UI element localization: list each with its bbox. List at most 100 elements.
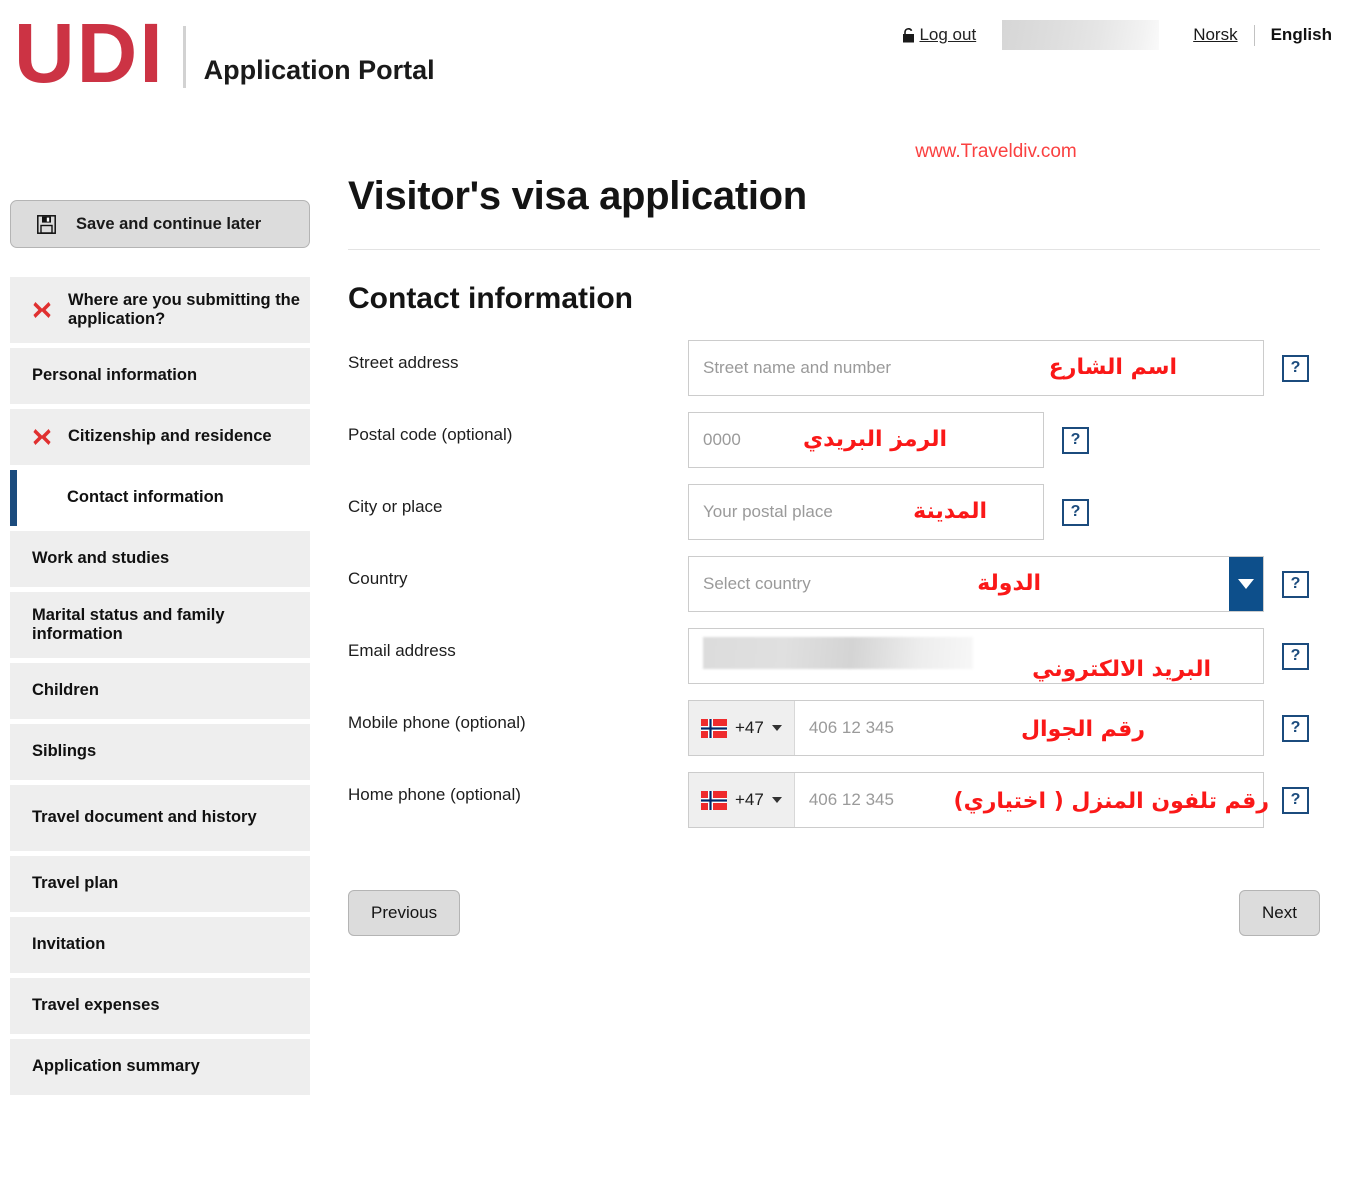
sidebar-item-children[interactable]: Children xyxy=(10,663,310,719)
field-row-home-phone: Home phone (optional) +47 406 12 345 رقم… xyxy=(348,772,1320,828)
mobile-phone-country-selector[interactable]: +47 xyxy=(689,701,795,755)
street-address-placeholder: Street name and number xyxy=(703,358,892,377)
email-address-input[interactable]: البريد الالكتروني xyxy=(688,628,1264,684)
mobile-phone-country-code: +47 xyxy=(735,718,764,737)
mobile-phone-help-button[interactable]: ? xyxy=(1282,714,1309,742)
sidebar-item-travel-expenses[interactable]: Travel expenses xyxy=(10,978,310,1034)
city-or-place-input[interactable]: Your postal place المدينة xyxy=(688,484,1044,540)
page-header: UDI Application Portal Log out Norsk Eng… xyxy=(0,0,1348,130)
sidebar-item-label: Application summary xyxy=(32,1057,200,1076)
sidebar-item-contact-information[interactable]: Contact information xyxy=(10,470,310,526)
contact-information-form: Street address Street name and number اس… xyxy=(348,340,1320,828)
sidebar-item-label: Travel expenses xyxy=(32,996,160,1015)
street-address-input[interactable]: Street name and number اسم الشارع xyxy=(688,340,1264,396)
city-or-place-placeholder: Your postal place xyxy=(703,502,833,521)
field-row-mobile-phone: Mobile phone (optional) +47 406 12 345 ر… xyxy=(348,700,1320,756)
sidebar-item-travel-document-and-history[interactable]: Travel document and history xyxy=(10,785,310,851)
previous-button[interactable]: Previous xyxy=(348,890,461,936)
street-address-label: Street address xyxy=(348,353,459,372)
postal-code-placeholder: 0000 xyxy=(703,430,741,449)
sidebar-item-label: Siblings xyxy=(32,742,97,761)
logout-link[interactable]: Log out xyxy=(902,25,976,45)
sidebar-item-label: Personal information xyxy=(32,366,198,385)
sidebar-item-marital-status[interactable]: Marital status and family information xyxy=(10,592,310,658)
sidebar-item-label: Travel document and history xyxy=(32,808,257,827)
field-row-street-address: Street address Street name and number اس… xyxy=(348,340,1320,396)
city-or-place-annotation: المدينة xyxy=(913,499,987,524)
mobile-phone-annotation: رقم الجوال xyxy=(1020,717,1145,742)
redacted-username xyxy=(1002,20,1160,50)
city-or-place-label: City or place xyxy=(348,497,443,516)
save-and-continue-later-button[interactable]: Save and continue later xyxy=(10,200,310,248)
sidebar-item-label: Children xyxy=(32,681,99,700)
email-address-label: Email address xyxy=(348,641,456,660)
logo-divider xyxy=(182,25,186,88)
home-phone-help-button[interactable]: ? xyxy=(1282,786,1309,814)
page-title: Visitor's visa application xyxy=(348,174,807,218)
home-phone-control: +47 406 12 345 رقم تلفون المنزل ( اختيار… xyxy=(688,772,1309,828)
postal-code-help-button[interactable]: ? xyxy=(1062,426,1089,454)
udi-logo-text: UDI xyxy=(14,6,165,100)
field-row-city-or-place: City or place Your postal place المدينة … xyxy=(348,484,1320,540)
sidebar-item-citizenship-and-residence[interactable]: Citizenship and residence xyxy=(10,409,310,465)
redacted-email-value xyxy=(703,637,973,669)
mobile-phone-control: +47 406 12 345 رقم الجوال ? xyxy=(688,700,1309,756)
title-divider xyxy=(348,249,1320,250)
street-address-control: Street name and number اسم الشارع ? xyxy=(688,340,1309,396)
sidebar-item-personal-information[interactable]: Personal information xyxy=(10,348,310,404)
norway-flag-icon xyxy=(701,790,727,810)
sidebar-item-where-submitting[interactable]: Where are you submitting the application… xyxy=(10,277,310,343)
sidebar-item-siblings[interactable]: Siblings xyxy=(10,724,310,780)
language-english-active[interactable]: English xyxy=(1271,25,1332,45)
chevron-down-icon xyxy=(771,797,782,803)
street-address-help-button[interactable]: ? xyxy=(1282,354,1309,382)
sidebar-item-label: Where are you submitting the application… xyxy=(68,290,300,328)
home-phone-input-group: +47 406 12 345 رقم تلفون المنزل ( اختيار… xyxy=(688,772,1269,828)
sidebar-item-label: Citizenship and residence xyxy=(68,427,272,446)
postal-code-annotation: الرمز البريدي xyxy=(802,427,947,452)
language-norsk-link[interactable]: Norsk xyxy=(1193,25,1237,45)
postal-code-control: 0000 الرمز البريدي ? xyxy=(688,412,1089,468)
home-phone-label: Home phone (optional) xyxy=(348,785,521,804)
lock-icon xyxy=(902,27,915,43)
next-button[interactable]: Next xyxy=(1239,890,1320,936)
brand-logo: UDI Application Portal xyxy=(14,6,435,100)
error-x-icon xyxy=(32,427,52,447)
country-label: Country xyxy=(348,569,408,588)
field-row-postal-code: Postal code (optional) 0000 الرمز البريد… xyxy=(348,412,1320,468)
sidebar-item-label: Work and studies xyxy=(32,549,170,568)
postal-code-label: Postal code (optional) xyxy=(348,425,513,444)
portal-name: Application Portal xyxy=(203,54,435,85)
section-title: Contact information xyxy=(348,282,633,315)
norway-flag-icon xyxy=(701,718,727,738)
sidebar-item-label: Contact information xyxy=(67,488,224,507)
form-navigation-buttons: Previous Next xyxy=(348,890,1320,936)
sidebar-item-label: Travel plan xyxy=(32,874,119,893)
language-separator xyxy=(1253,24,1255,46)
header-utility-bar: Log out Norsk English xyxy=(902,20,1332,50)
country-help-button[interactable]: ? xyxy=(1282,570,1309,598)
logout-label: Log out xyxy=(919,25,977,44)
email-address-help-button[interactable]: ? xyxy=(1282,642,1309,670)
sidebar-navigation: Save and continue later Where are you su… xyxy=(10,200,310,1100)
sidebar-item-label: Marital status and family information xyxy=(32,605,225,643)
home-phone-country-selector[interactable]: +47 xyxy=(689,773,795,827)
sidebar-item-work-and-studies[interactable]: Work and studies xyxy=(10,531,310,587)
city-or-place-help-button[interactable]: ? xyxy=(1062,498,1089,526)
country-select[interactable]: Select country الدولة xyxy=(688,556,1264,612)
mobile-phone-label: Mobile phone (optional) xyxy=(348,713,526,732)
home-phone-country-code: +47 xyxy=(735,790,764,809)
field-row-email-address: Email address البريد الالكتروني ? xyxy=(348,628,1320,684)
sidebar-item-travel-plan[interactable]: Travel plan xyxy=(10,856,310,912)
sidebar-item-invitation[interactable]: Invitation xyxy=(10,917,310,973)
field-row-country: Country Select country الدولة ? xyxy=(348,556,1320,612)
site-watermark: www.Traveldiv.com xyxy=(915,141,1077,162)
mobile-phone-input-group: +47 406 12 345 رقم الجوال xyxy=(688,700,1264,756)
street-address-annotation: اسم الشارع xyxy=(1048,355,1177,380)
home-phone-placeholder: 406 12 345 xyxy=(808,790,894,809)
email-address-control: البريد الالكتروني ? xyxy=(688,628,1309,684)
country-annotation: الدولة xyxy=(977,571,1041,596)
sidebar-item-application-summary[interactable]: Application summary xyxy=(10,1039,310,1095)
chevron-down-icon[interactable] xyxy=(1229,557,1263,611)
postal-code-input[interactable]: 0000 الرمز البريدي xyxy=(688,412,1044,468)
